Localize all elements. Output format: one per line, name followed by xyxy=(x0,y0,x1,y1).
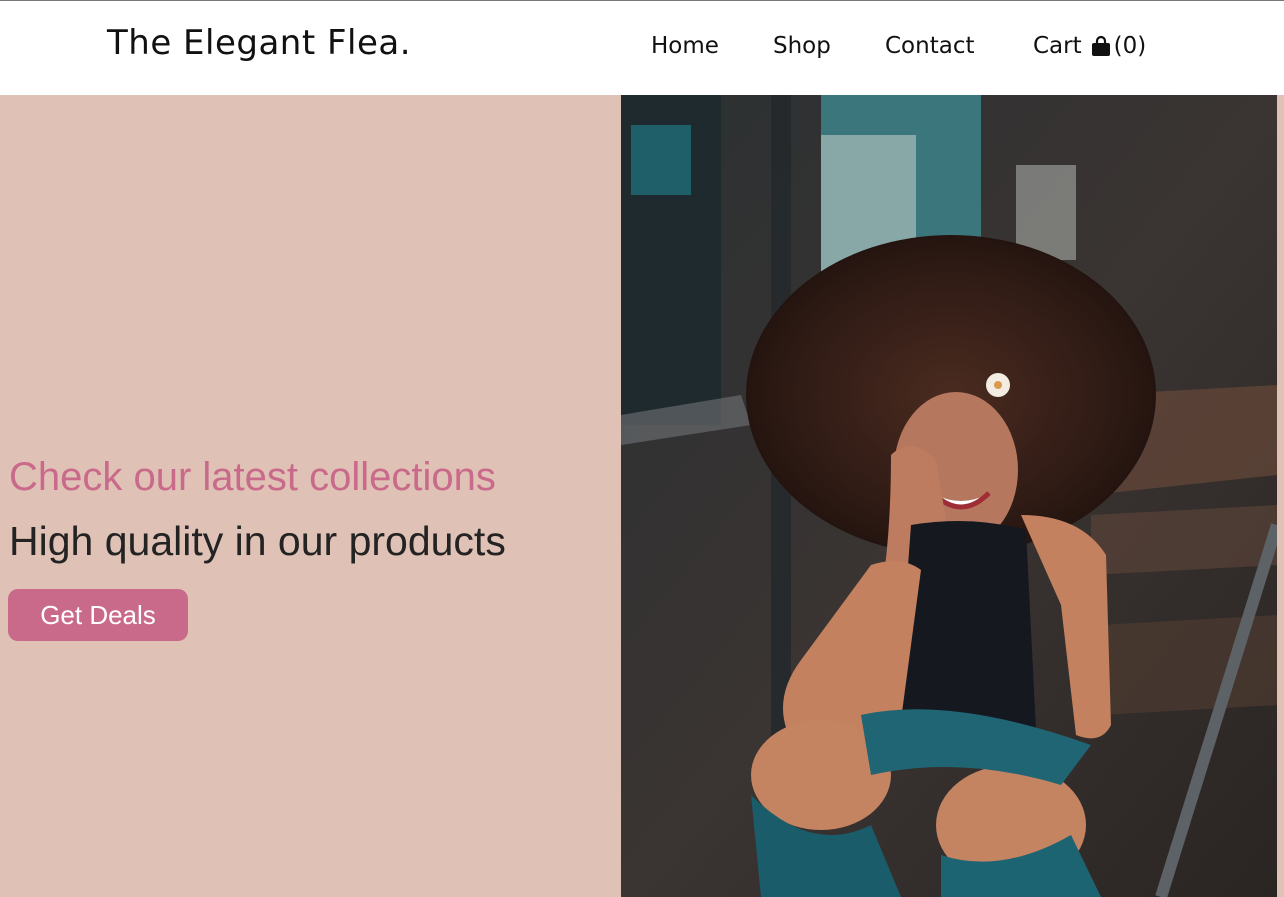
hero-image xyxy=(621,95,1277,897)
cart-label: Cart xyxy=(1033,33,1082,59)
hero-photo-illustration xyxy=(621,95,1277,897)
hero-subtitle: Check our latest collections xyxy=(9,455,496,499)
cart-count: (0) xyxy=(1113,33,1147,59)
shopping-bag-icon xyxy=(1090,35,1112,57)
nav-link-cart[interactable]: Cart (0) xyxy=(1033,33,1146,59)
hero-text-panel: Check our latest collections High qualit… xyxy=(0,95,621,897)
brand-logo[interactable]: The Elegant Flea. xyxy=(107,23,411,63)
hero-section: Check our latest collections High qualit… xyxy=(0,95,1284,897)
get-deals-button[interactable]: Get Deals xyxy=(8,589,188,641)
navbar: The Elegant Flea. Home Shop Contact Cart… xyxy=(0,1,1284,95)
nav-link-shop[interactable]: Shop xyxy=(773,33,831,59)
nav-link-contact[interactable]: Contact xyxy=(885,33,974,59)
nav-link-home[interactable]: Home xyxy=(651,33,719,59)
hero-headline: High quality in our products xyxy=(9,518,506,564)
hero-right-edge xyxy=(1277,95,1284,897)
